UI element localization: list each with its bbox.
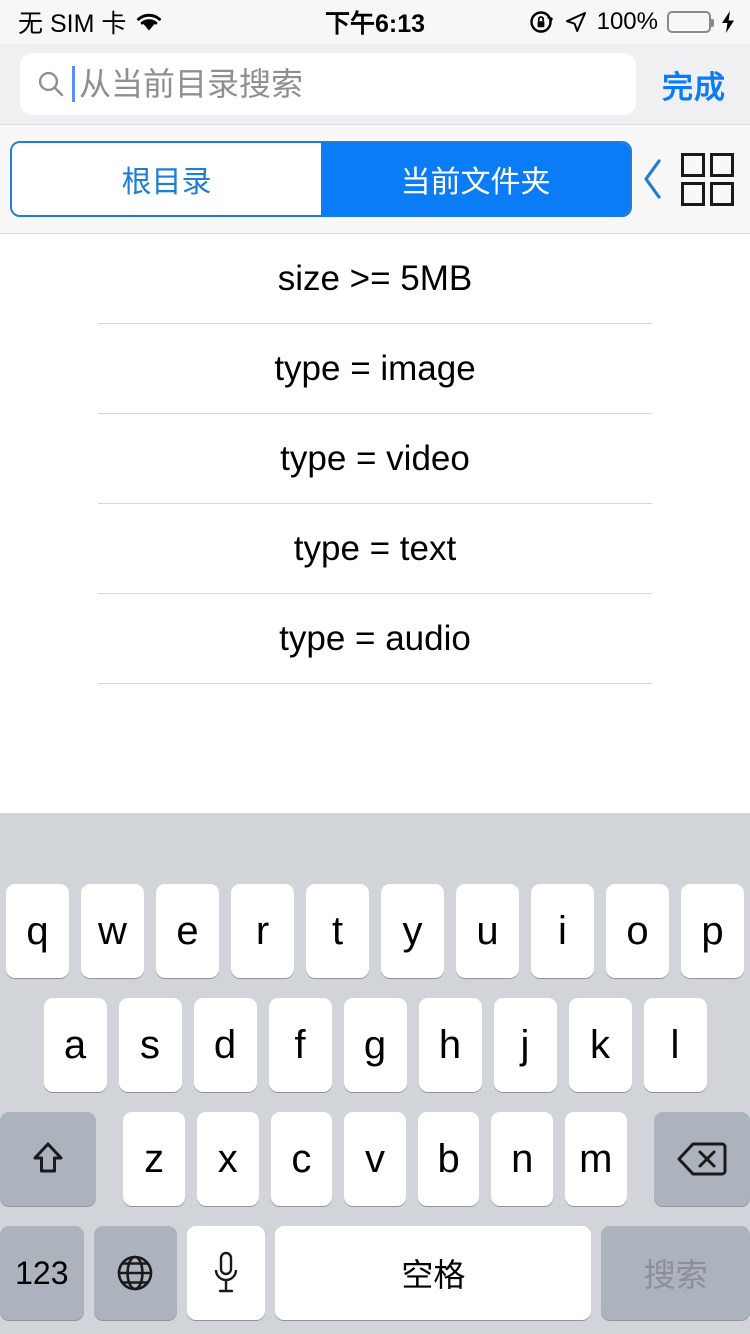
search-return-key[interactable]: 搜索 [601, 1226, 750, 1320]
key-l[interactable]: l [643, 998, 707, 1092]
search-input[interactable]: 从当前目录搜索 [20, 53, 636, 115]
shift-key[interactable] [0, 1112, 96, 1206]
key-m[interactable]: m [565, 1112, 627, 1206]
segment-root-directory[interactable]: 根目录 [12, 143, 321, 215]
keyboard-row-1: q w e r t y u i o p [0, 884, 750, 978]
segmented-control: 根目录 当前文件夹 [10, 141, 632, 217]
rotation-lock-icon [529, 9, 555, 35]
back-button[interactable] [632, 141, 674, 217]
status-bar-right: 100% [529, 8, 736, 36]
list-item[interactable]: size >= 5MB [0, 234, 750, 324]
app-root: 无 SIM 卡 下午6:13 100% 从当前目录搜索 完成 根目录 当前文件夹… [0, 0, 750, 1334]
on-screen-keyboard: q w e r t y u i o p a s d f g h j k l z … [0, 813, 750, 1334]
battery-full-icon [667, 11, 714, 33]
backspace-key[interactable] [654, 1112, 750, 1206]
grid-view-button[interactable] [676, 148, 738, 210]
microphone-icon [210, 1250, 242, 1296]
numbers-key[interactable]: 123 [0, 1226, 84, 1320]
key-n[interactable]: n [491, 1112, 554, 1206]
key-h[interactable]: h [418, 998, 482, 1092]
key-k[interactable]: k [568, 998, 632, 1092]
key-v[interactable]: v [344, 1112, 406, 1206]
key-b[interactable]: b [417, 1112, 480, 1206]
list-item[interactable]: type = audio [0, 594, 750, 684]
search-icon [36, 69, 66, 99]
suggestion-list: size >= 5MB type = image type = video ty… [0, 234, 750, 813]
key-f[interactable]: f [268, 998, 332, 1092]
search-bar: 从当前目录搜索 完成 [0, 44, 750, 125]
globe-language-icon [114, 1252, 156, 1294]
keyboard-row-3: z x c v b n m [0, 1112, 750, 1206]
key-c[interactable]: c [270, 1112, 333, 1206]
key-e[interactable]: e [156, 884, 219, 978]
grid-view-icon [680, 152, 734, 206]
key-y[interactable]: y [381, 884, 444, 978]
globe-key[interactable] [93, 1226, 178, 1320]
done-button[interactable]: 完成 [658, 56, 730, 113]
location-arrow-icon [564, 10, 588, 34]
key-a[interactable]: a [43, 998, 107, 1092]
key-j[interactable]: j [493, 998, 557, 1092]
key-i[interactable]: i [531, 884, 594, 978]
segment-current-folder[interactable]: 当前文件夹 [321, 143, 630, 215]
list-item[interactable]: type = image [0, 324, 750, 414]
lightning-bolt-icon [720, 10, 736, 34]
key-d[interactable]: d [193, 998, 257, 1092]
key-z[interactable]: z [123, 1112, 185, 1206]
list-item[interactable]: type = text [0, 504, 750, 594]
search-placeholder: 从当前目录搜索 [79, 66, 304, 102]
battery-percent-label: 100% [596, 8, 658, 35]
status-bar: 无 SIM 卡 下午6:13 100% [0, 0, 750, 44]
list-item[interactable]: type = video [0, 414, 750, 504]
key-s[interactable]: s [118, 998, 182, 1092]
key-q[interactable]: q [6, 884, 69, 978]
key-w[interactable]: w [81, 884, 144, 978]
key-o[interactable]: o [606, 884, 669, 978]
dictation-key[interactable] [187, 1226, 266, 1320]
scope-bar: 根目录 当前文件夹 [0, 125, 750, 234]
shift-up-arrow-icon [26, 1137, 70, 1181]
keyboard-row-4: 123 空格 搜索 [0, 1226, 750, 1320]
keyboard-row-2: a s d f g h j k l [0, 998, 750, 1092]
space-key[interactable]: 空格 [275, 1226, 592, 1320]
key-u[interactable]: u [456, 884, 519, 978]
text-cursor [72, 66, 75, 102]
key-x[interactable]: x [196, 1112, 259, 1206]
key-p[interactable]: p [681, 884, 744, 978]
key-g[interactable]: g [343, 998, 407, 1092]
key-r[interactable]: r [231, 884, 294, 978]
backspace-delete-icon [676, 1140, 728, 1178]
key-t[interactable]: t [306, 884, 369, 978]
chevron-left-icon [640, 157, 666, 201]
